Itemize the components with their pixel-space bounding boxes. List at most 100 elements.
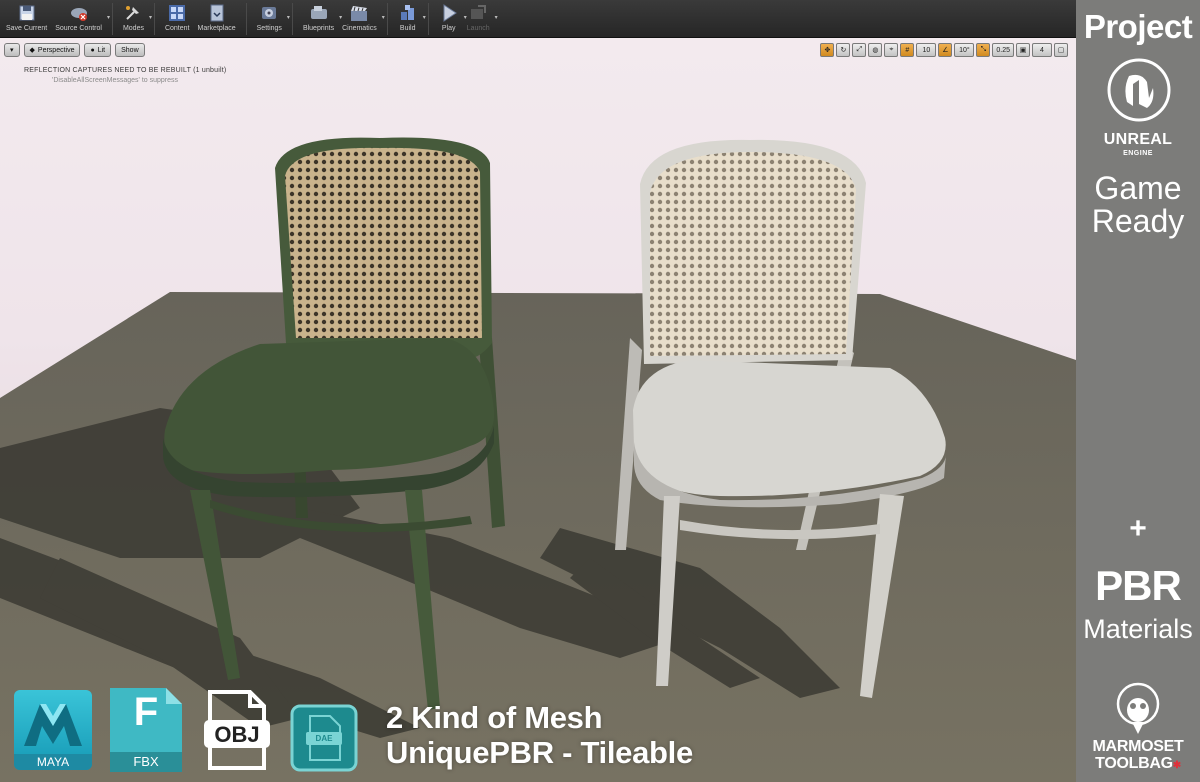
blueprints-button[interactable]: Blueprints ▾ [299, 0, 342, 38]
game-label: Game [1094, 170, 1182, 206]
save-current-button[interactable]: Save Current [2, 0, 51, 38]
modes-label: Modes [122, 25, 144, 32]
chevron-down-icon[interactable]: ▾ [382, 14, 385, 21]
launch-button[interactable]: Launch ▾ [463, 0, 498, 38]
show-label: Show [121, 46, 139, 54]
viewport-toolbar-left: ▾ ◆ Perspective ● Lit Show [4, 43, 145, 57]
level-viewport[interactable]: ▾ ◆ Perspective ● Lit Show ✥ ↻ ⤢ ◍ ⌖ # 10 … [0, 38, 1076, 782]
launch-label: Launch [466, 25, 490, 32]
clapperboard-icon [351, 6, 368, 21]
maya-label: MAYA [14, 754, 92, 770]
marketplace-icon [210, 4, 224, 22]
toolbag-text: TOOLBAG [1095, 755, 1173, 772]
lit-button[interactable]: ● Lit [84, 43, 112, 57]
toolbar-divider [291, 3, 293, 35]
unreal-engine-logo-icon [1107, 58, 1171, 122]
save-icon [19, 5, 35, 21]
fbx-letter: F [133, 690, 159, 734]
game-ready-label: Game Ready [1076, 172, 1200, 238]
scale-snap-value[interactable]: 0.25 [992, 43, 1014, 57]
content-browser-icon [169, 5, 186, 21]
grid-snap-value[interactable]: 10 [916, 43, 937, 57]
source-control-label: Source Control [55, 25, 102, 32]
rotation-snap-value[interactable]: 10° [954, 43, 975, 57]
launch-icon [471, 5, 487, 19]
dae-format-badge: DAE [290, 704, 358, 772]
build-label: Build [399, 25, 416, 32]
promo-side-panel: Project UNREAL ENGINE Game Ready + PBR M… [1076, 0, 1200, 782]
play-button[interactable]: Play ▾ [435, 0, 467, 38]
maya-format-badge: MAYA [14, 690, 92, 770]
materials-label: Materials [1083, 614, 1193, 644]
play-icon [443, 4, 457, 22]
obj-label: OBJ [214, 722, 260, 747]
scene-render [0, 137, 1076, 782]
blueprints-label: Blueprints [302, 25, 335, 32]
perspective-button[interactable]: ◆ Perspective [23, 43, 81, 57]
chevron-down-icon: ▾ [10, 47, 14, 54]
marketplace-label: Marketplace [197, 25, 236, 32]
chevron-down-icon[interactable]: ▾ [495, 14, 498, 21]
build-button[interactable]: Build ▾ [394, 0, 426, 38]
perspective-label: Perspective [37, 46, 75, 54]
world-icon[interactable]: ◍ [868, 43, 883, 57]
source-control-button[interactable]: Source Control ▾ [51, 0, 110, 38]
content-label: Content [164, 25, 190, 32]
cinematics-button[interactable]: Cinematics ▾ [338, 0, 385, 38]
caption-line-2: UniquePBR - Tileable [386, 735, 693, 770]
caption-line-1: 2 Kind of Mesh [386, 700, 603, 735]
rotation-snap-icon[interactable]: ∠ [938, 43, 953, 57]
editor-toolbar: Save Current Source Control ▾ Modes ▾ Co… [0, 0, 1076, 38]
rotate-icon[interactable]: ↻ [836, 43, 851, 57]
plus-label: + [1129, 512, 1147, 545]
modes-icon [126, 6, 140, 20]
blueprints-icon [310, 6, 327, 19]
surface-snap-icon[interactable]: ⌖ [884, 43, 899, 57]
project-label: Project [1083, 8, 1193, 45]
viewport-toolbar-right: ✥ ↻ ⤢ ◍ ⌖ # 10 ∠ 10° ⤡ 0.25 ▣ 4 ▢ [820, 43, 1068, 57]
camera-speed-value[interactable]: 4 [1032, 43, 1052, 57]
fbx-format-badge: F FBX [110, 688, 182, 772]
fbx-label: FBX [110, 752, 182, 772]
ready-label: Ready [1091, 203, 1185, 239]
rebuild-warning-message: REFLECTION CAPTURES NEED TO BE REBUILT (… [24, 67, 227, 74]
suppress-hint-message: 'DisableAllScreenMessages' to suppress [52, 77, 179, 84]
show-button[interactable]: Show [115, 43, 145, 57]
modes-button[interactable]: Modes ▾ [119, 0, 152, 38]
marketplace-button[interactable]: Marketplace [194, 0, 240, 38]
grid-snap-icon[interactable]: # [900, 43, 915, 57]
engine-name: UNREAL [1103, 131, 1173, 148]
scale-snap-icon[interactable]: ⤡ [976, 43, 991, 57]
camera-speed-icon[interactable]: ▣ [1016, 43, 1030, 57]
source-control-icon [70, 8, 87, 21]
maya-icon: MAYA [14, 690, 92, 770]
toolbag-label: TOOLBAG✱ [1076, 755, 1200, 773]
dae-label: DAE [315, 734, 333, 743]
lit-sphere-icon: ● [90, 46, 95, 54]
viewport-options-button[interactable]: ▾ [4, 43, 20, 57]
chevron-down-icon[interactable]: ▾ [287, 14, 290, 21]
perspective-icon: ◆ [29, 47, 35, 54]
screenshot-root: Save Current Source Control ▾ Modes ▾ Co… [0, 0, 1200, 782]
scale-icon[interactable]: ⤢ [852, 43, 867, 57]
marmoset-logo-icon [1116, 682, 1160, 734]
chevron-down-icon[interactable]: ▾ [423, 14, 426, 21]
red-star-icon: ✱ [1172, 760, 1181, 771]
chevron-down-icon[interactable]: ▾ [149, 14, 152, 21]
content-button[interactable]: Content [161, 0, 194, 38]
engine-sub: ENGINE [1123, 150, 1153, 157]
maximize-icon[interactable]: ▢ [1054, 43, 1068, 57]
toolbar-divider [245, 3, 247, 35]
lit-label: Lit [97, 46, 106, 54]
save-current-label: Save Current [6, 25, 48, 32]
chevron-down-icon[interactable]: ▾ [107, 14, 110, 21]
settings-button[interactable]: Settings ▾ [253, 0, 290, 38]
toolbar-divider [111, 3, 113, 35]
cinematics-label: Cinematics [342, 25, 377, 32]
translate-icon[interactable]: ✥ [820, 43, 835, 57]
gear-icon [262, 7, 277, 19]
play-label: Play [441, 25, 456, 32]
build-icon [400, 5, 414, 20]
toolbar-divider [386, 3, 388, 35]
marmoset-label: MARMOSET [1092, 738, 1184, 755]
